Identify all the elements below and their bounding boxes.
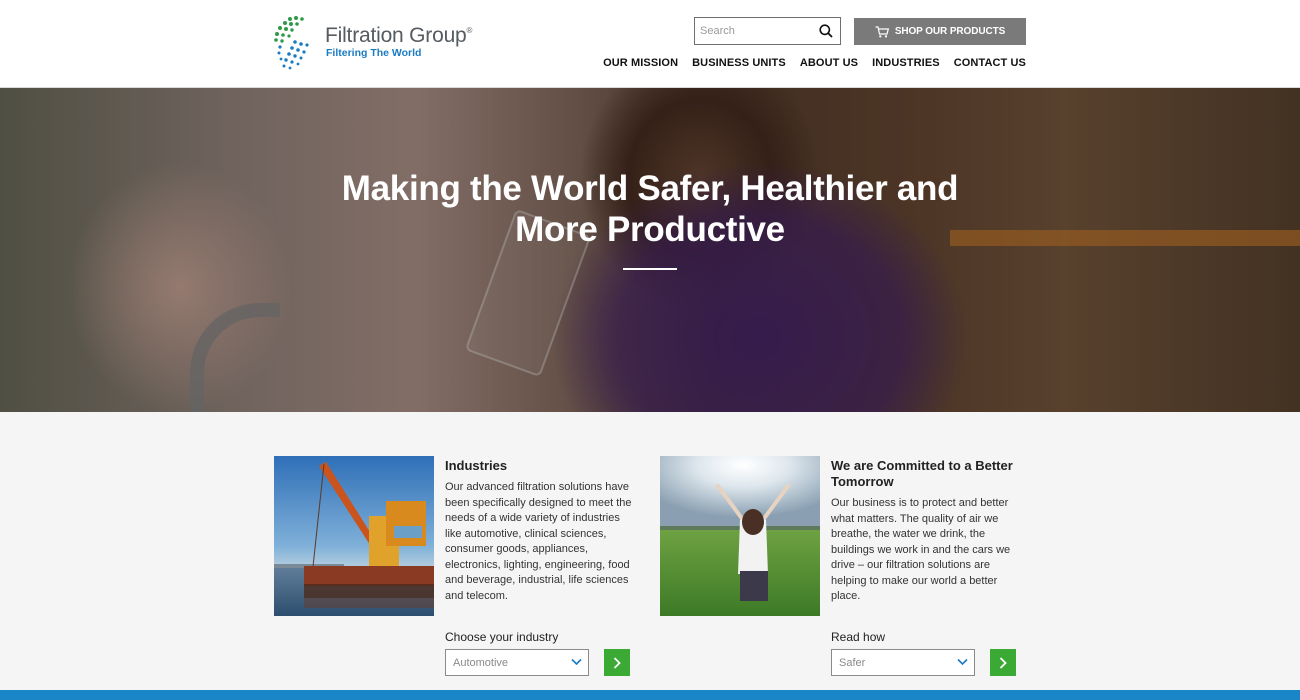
nav-industries[interactable]: INDUSTRIES xyxy=(872,57,940,69)
commitment-text: Our business is to protect and better wh… xyxy=(831,497,1011,602)
shop-products-label: SHOP OUR PRODUCTS xyxy=(894,26,1006,37)
hero-title-line-2: More Productive xyxy=(515,210,785,249)
nav-business-units[interactable]: BUSINESS UNITS xyxy=(692,57,786,69)
commitment-image xyxy=(660,456,820,616)
industries-card: Industries Our advanced filtration solut… xyxy=(274,456,634,676)
nav-contact-us[interactable]: CONTACT US xyxy=(954,57,1026,69)
logo-name: Filtration Group® xyxy=(325,24,473,47)
hero-divider xyxy=(623,268,677,270)
industry-select[interactable]: Automotive xyxy=(445,649,589,676)
chevron-down-icon xyxy=(957,658,968,666)
search-input[interactable] xyxy=(695,18,815,44)
chevron-down-icon xyxy=(571,658,582,666)
industries-title: Industries xyxy=(445,458,508,473)
industry-select-label: Choose your industry xyxy=(445,630,559,644)
search-box xyxy=(694,17,841,45)
read-how-select[interactable]: Safer xyxy=(831,649,975,676)
search-icon[interactable] xyxy=(819,24,833,38)
main-nav: OUR MISSION BUSINESS UNITS ABOUT US INDU… xyxy=(603,57,1026,69)
site-header: Filtration Group® Filtering The World SH… xyxy=(0,0,1300,88)
industries-text: Our advanced filtration solutions have b… xyxy=(445,481,632,602)
logo-mark-icon xyxy=(274,16,309,70)
industry-select-value: Automotive xyxy=(453,657,509,669)
hero-banner: Making the World Safer, Healthier and Mo… xyxy=(0,88,1300,412)
hero-title-line-1: Making the World Safer, Healthier and xyxy=(341,169,959,208)
footer-bar xyxy=(0,690,1300,700)
filtration-group-logo[interactable]: Filtration Group® Filtering The World xyxy=(272,14,487,72)
hero-overlay xyxy=(0,88,1300,412)
read-how-label: Read how xyxy=(831,630,886,644)
industries-body: Industries Our advanced filtration solut… xyxy=(445,456,635,604)
shop-products-button[interactable]: SHOP OUR PRODUCTS xyxy=(854,18,1026,45)
chevron-right-icon xyxy=(999,656,1007,669)
read-how-select-value: Safer xyxy=(839,657,866,669)
logo-tagline: Filtering The World xyxy=(326,47,422,59)
cart-icon xyxy=(875,25,889,37)
nav-about-us[interactable]: ABOUT US xyxy=(800,57,858,69)
commitment-card: We are Committed to a Better Tomorrow Ou… xyxy=(660,456,1020,676)
nav-our-mission[interactable]: OUR MISSION xyxy=(603,57,678,69)
read-how-go-button[interactable] xyxy=(990,649,1016,676)
commitment-body: We are Committed to a Better Tomorrow Ou… xyxy=(831,456,1021,605)
commitment-title: We are Committed to a Better Tomorrow xyxy=(831,458,1013,489)
hero-title: Making the World Safer, Healthier and Mo… xyxy=(0,168,1300,250)
industry-go-button[interactable] xyxy=(604,649,630,676)
industries-image xyxy=(274,456,434,616)
chevron-right-icon xyxy=(613,656,621,669)
